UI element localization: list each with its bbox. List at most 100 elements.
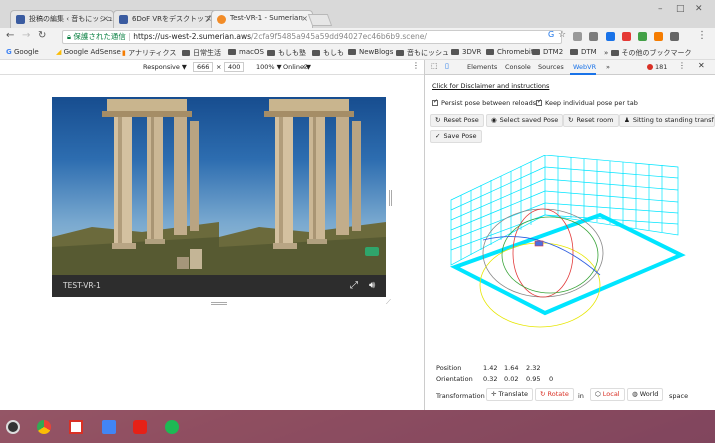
tab-elements[interactable]: Elements <box>467 63 497 71</box>
left-eye-view <box>52 97 219 275</box>
bookmark-adsense[interactable]: ◢ Google AdSense <box>56 48 121 56</box>
extension-icon[interactable] <box>606 32 615 41</box>
close-window-icon[interactable]: ✕ <box>695 4 703 14</box>
select-saved-pose-button[interactable]: ◉ Select saved Pose <box>486 114 564 127</box>
sitting-standing-button[interactable]: ♟Sitting to standing transform <box>619 114 715 127</box>
persist-pose-checkbox[interactable]: Persist pose between reloads <box>432 98 536 107</box>
tab-6dof[interactable]: 6DoF VRをデスクトップ × <box>113 10 217 28</box>
wordpress-icon <box>16 15 25 24</box>
pose-visualization[interactable] <box>425 155 715 355</box>
devtools-close-icon[interactable]: ✕ <box>698 61 705 70</box>
bookmark-folder[interactable]: 3DVR <box>451 48 481 56</box>
disclaimer-link[interactable]: Click for Disclaimer and instructions <box>432 82 549 90</box>
bookmark-folder[interactable]: DTM2 <box>532 48 563 56</box>
position-label: Position <box>436 364 462 372</box>
folder-icon <box>312 50 320 56</box>
volume-icon[interactable]: 🔊︎ <box>369 280 375 291</box>
roll-ring <box>501 216 599 294</box>
minimize-icon[interactable]: – <box>658 4 663 14</box>
position-y: 1.64 <box>504 364 519 372</box>
folder-icon <box>228 49 236 55</box>
tab-more[interactable]: » <box>606 63 610 71</box>
vr-viewer[interactable]: TEST-VR-1 ⤢ 🔊︎ <box>52 97 386 297</box>
extension-icon[interactable] <box>654 32 663 41</box>
folder-icon <box>348 49 356 55</box>
docs-icon[interactable] <box>102 420 116 434</box>
local-space-button[interactable]: ⬡ Local <box>590 388 625 401</box>
google-icon[interactable]: G <box>548 30 554 39</box>
bookmark-folder[interactable]: macOS <box>228 48 264 56</box>
resize-corner-icon[interactable]: ⟋ <box>386 298 391 307</box>
bookmark-google[interactable]: G Google <box>6 48 39 56</box>
extension-icon[interactable] <box>573 32 582 41</box>
bookmark-folder[interactable]: NewBlogs <box>348 48 393 56</box>
folder-icon <box>486 49 494 55</box>
bookmark-overflow[interactable]: » その他のブックマーク <box>604 48 692 58</box>
extension-icon[interactable] <box>589 32 598 41</box>
extension-icon[interactable] <box>670 32 679 41</box>
error-counter[interactable]: 181 <box>647 63 667 71</box>
resize-handle-right[interactable] <box>389 190 392 206</box>
tab-sources[interactable]: Sources <box>538 63 564 71</box>
new-tab-button[interactable] <box>307 14 333 26</box>
folder-icon <box>451 49 459 55</box>
room-grid <box>450 155 679 266</box>
height-input[interactable]: 400 <box>224 62 245 72</box>
inspect-icon[interactable]: ⬚ <box>431 62 438 70</box>
device-menu-icon[interactable]: ⋮ <box>412 61 420 70</box>
bookmark-star-icon[interactable]: ☆ <box>558 30 566 40</box>
orientation-z: 0.95 <box>526 375 541 383</box>
maximize-icon[interactable]: □ <box>676 4 685 14</box>
rotate-button[interactable]: ↻ Rotate <box>535 388 574 401</box>
bookmark-folder[interactable]: 音もにッシュ <box>396 48 449 58</box>
rotate-icon[interactable]: ⊘ <box>303 63 309 71</box>
reload-icon[interactable]: ↻ <box>38 30 46 41</box>
device-toggle-icon[interactable]: ▯ <box>445 62 449 70</box>
address-bar[interactable]: 🔒︎ 保護された通信 | https://us-west-2.sumerian.… <box>62 30 562 44</box>
folder-icon <box>570 49 578 55</box>
back-icon[interactable]: ← <box>6 30 14 41</box>
page-viewport-area: Responsive ▼ 666 × 400 100% ▼ Online ▼ ⊘… <box>0 60 424 410</box>
reset-room-button[interactable]: ↻ Reset room <box>563 114 619 127</box>
translate-button[interactable]: ✛ Translate <box>486 388 534 401</box>
chrome-icon[interactable] <box>37 420 51 434</box>
close-icon[interactable]: × <box>102 14 109 23</box>
device-mode-select[interactable]: Responsive ▼ <box>143 63 187 71</box>
reset-pose-button[interactable]: ↻ Reset Pose <box>430 114 484 127</box>
wordpress-icon <box>119 15 128 24</box>
youtube-icon[interactable] <box>133 420 147 434</box>
bookmark-folder[interactable]: 日常生活 <box>182 48 221 58</box>
tab-console[interactable]: Console <box>505 63 531 71</box>
checkbox-icon <box>432 98 438 106</box>
gmail-icon[interactable] <box>69 420 83 434</box>
tab-webvr[interactable]: WebVR <box>573 63 596 71</box>
active-tab-indicator <box>570 73 596 75</box>
bookmark-folder[interactable]: もしも塾 <box>267 48 306 58</box>
bookmark-folder[interactable]: Chromebit <box>486 48 534 56</box>
forward-icon[interactable]: → <box>22 30 30 41</box>
bookmark-folder[interactable]: DTM <box>570 48 597 56</box>
devtools-menu-icon[interactable]: ⋮ <box>678 61 686 70</box>
world-space-button[interactable]: ◍ World <box>627 388 664 401</box>
vr-control-bar: TEST-VR-1 ⤢ 🔊︎ <box>52 275 386 297</box>
tab-sumerian[interactable]: Test-VR-1 - Sumerian × <box>211 10 313 29</box>
devtools-panel: ⬚ ▯ Elements Console Sources WebVR » 181… <box>424 60 715 410</box>
bookmark-analytics[interactable]: ▮ アナリティクス <box>122 48 176 58</box>
url-path: /2cfa9f5485a945a59dd94027ec46b6b9.scene/ <box>251 32 427 41</box>
resize-handle-bottom[interactable] <box>211 302 227 305</box>
position-x: 1.42 <box>483 364 498 372</box>
extension-icon[interactable] <box>638 32 647 41</box>
folder-icon <box>267 50 275 56</box>
close-icon[interactable]: × <box>301 14 308 23</box>
extension-icon[interactable] <box>622 32 631 41</box>
keep-pose-checkbox[interactable]: Keep individual pose per tab <box>536 98 638 107</box>
menu-icon[interactable]: ⋮ <box>697 30 707 41</box>
save-pose-button[interactable]: ✓ Save Pose <box>430 130 482 143</box>
fullscreen-icon[interactable]: ⤢ <box>350 280 358 291</box>
zoom-select[interactable]: 100% ▼ <box>256 63 282 71</box>
width-input[interactable]: 666 <box>193 62 214 72</box>
tab-edit-post[interactable]: 投稿の編集 ‹ 音もにッシュ × <box>10 10 114 28</box>
bookmark-folder[interactable]: もしも <box>312 48 344 58</box>
launcher-icon[interactable] <box>6 420 20 434</box>
spotify-icon[interactable] <box>165 420 179 434</box>
